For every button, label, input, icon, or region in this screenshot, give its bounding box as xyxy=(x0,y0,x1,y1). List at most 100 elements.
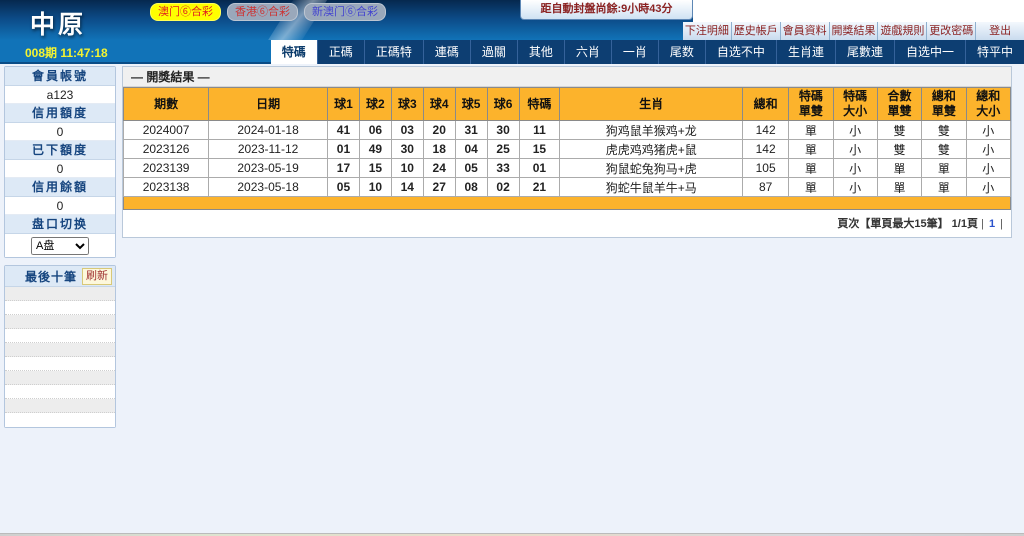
lottery-tag[interactable]: 新澳门⑥合彩 xyxy=(304,3,386,21)
column-header: 總和 單雙 xyxy=(921,87,967,121)
result-row: 2023139 2023-05-19 17 15 10 24 05 33 01 狗鼠蛇兔狗马+虎 1… xyxy=(122,158,1012,178)
empty-bet-row xyxy=(5,371,115,385)
page-1-link[interactable]: 1 xyxy=(989,218,995,230)
empty-bet-row xyxy=(5,315,115,329)
period-cell: 2023139 xyxy=(122,158,210,178)
field-value: a123 xyxy=(5,86,115,104)
zodiac-cell: 虎虎鸡鸡猪虎+鼠 xyxy=(559,139,744,159)
field-label: 信用額度 xyxy=(5,104,115,123)
column-header: 生肖 xyxy=(559,87,744,121)
paging-bar: 頁次【單頁最大15筆】 1/1頁 | 1 | xyxy=(123,210,1011,237)
last-bets-header: 最後十筆 刷新 xyxy=(5,266,115,287)
tab-尾数[interactable]: 尾数 xyxy=(657,40,705,64)
ball-cell: 31 xyxy=(454,120,488,140)
paging-separator-right: | xyxy=(1000,218,1003,230)
auto-close-countdown: 距自動封盤尚餘:9小時43分 xyxy=(520,0,693,20)
ball-cell: 10 xyxy=(358,177,392,197)
zodiac-cell: 狗鼠蛇兔狗马+虎 xyxy=(559,158,744,178)
tab-連碼[interactable]: 連碼 xyxy=(422,40,470,64)
tab-正碼特[interactable]: 正碼特 xyxy=(363,40,423,64)
table-footer-bar xyxy=(123,196,1011,210)
panel-type-select[interactable]: A盘 xyxy=(31,236,89,255)
sub-header: 008期 11:47:18 特碼 正碼 正碼特 連碼 過關 其他 六肖 一肖 尾数 自选不中 生肖連… xyxy=(0,40,1024,64)
last-bets-rows xyxy=(5,287,115,427)
attr-cell: 小 xyxy=(965,139,1012,159)
last-bets-title: 最後十筆 xyxy=(24,269,77,284)
results-header-row: 期數 日期 球1 球2 球3 球4 球5 球6 特碼 生肖 總和 特碼 單雙 特碼 大小 合數 單雙 總和 … xyxy=(122,87,1012,121)
special-ball-cell: 11 xyxy=(518,120,561,140)
tab-過關[interactable]: 過關 xyxy=(469,40,517,64)
column-header: 球3 xyxy=(390,87,424,121)
attr-cell: 單 xyxy=(788,177,834,197)
attr-cell: 單 xyxy=(788,120,834,140)
field-label: 已下額度 xyxy=(5,141,115,160)
nav-link[interactable]: 會員資料 xyxy=(779,22,829,40)
zodiac-cell: 狗鸡鼠羊猴鸡+龙 xyxy=(559,120,744,140)
results-title: — 開獎結果 — xyxy=(123,67,1011,87)
tab-正碼[interactable]: 正碼 xyxy=(316,40,364,64)
tab-一肖[interactable]: 一肖 xyxy=(610,40,658,64)
nav-link[interactable]: 登出 xyxy=(975,22,1024,40)
field-value: 0 xyxy=(5,197,115,215)
tab-自选中一[interactable]: 自选中一 xyxy=(893,40,965,64)
column-header: 特碼 單雙 xyxy=(788,87,834,121)
result-row: 2023126 2023-11-12 01 49 30 18 04 25 15 虎虎鸡鸡猪虎+鼠 1… xyxy=(122,139,1012,159)
results-table: 期數 日期 球1 球2 球3 球4 球5 球6 特碼 生肖 總和 特碼 單雙 特碼 大小 合數 單雙 總和 … xyxy=(122,87,1012,210)
account-fields: 會員帳號 a123 信用額度 0 已下額度 0 信用餘額 0 xyxy=(5,67,115,215)
nav-link[interactable]: 下注明細 xyxy=(683,22,731,40)
lottery-tag[interactable]: 香港⑥合彩 xyxy=(227,3,298,21)
nav-link[interactable]: 歷史帳戶 xyxy=(730,22,780,40)
special-ball-cell: 01 xyxy=(518,158,561,178)
paging-separator-left: | xyxy=(981,218,984,230)
ball-cell: 05 xyxy=(454,158,488,178)
attr-cell: 雙 xyxy=(876,120,923,140)
bet-type-tabs: 特碼 正碼 正碼特 連碼 過關 其他 六肖 一肖 尾数 自选不中 生肖連 尾數連 自选中一 特平中 xyxy=(270,40,1024,64)
tab-尾數連[interactable]: 尾數連 xyxy=(834,40,894,64)
attr-cell: 雙 xyxy=(921,120,967,140)
attr-cell: 雙 xyxy=(876,139,923,159)
ball-cell: 08 xyxy=(454,177,488,197)
nav-link[interactable]: 開獎結果 xyxy=(828,22,878,40)
nav-link[interactable]: 更改密碼 xyxy=(926,22,975,40)
column-header: 特碼 大小 xyxy=(832,87,878,121)
result-row: 2023138 2023-05-18 05 10 14 27 08 02 21 狗蛇牛鼠羊牛+马 8… xyxy=(122,177,1012,197)
refresh-button[interactable]: 刷新 xyxy=(82,267,112,285)
ball-cell: 04 xyxy=(454,139,488,159)
ball-cell: 20 xyxy=(422,120,456,140)
tab-六肖[interactable]: 六肖 xyxy=(563,40,611,64)
date-cell: 2023-11-12 xyxy=(208,139,328,159)
total-cell: 105 xyxy=(742,158,790,178)
ball-cell: 18 xyxy=(422,139,456,159)
field-label: 信用餘額 xyxy=(5,178,115,197)
lottery-tags: 澳门⑥合彩 香港⑥合彩 新澳门⑥合彩 xyxy=(150,3,386,21)
column-header: 期數 xyxy=(122,87,210,121)
empty-bet-row xyxy=(5,343,115,357)
special-ball-cell: 15 xyxy=(518,139,561,159)
column-header: 日期 xyxy=(208,87,328,121)
last-bets-panel: 最後十筆 刷新 xyxy=(4,265,116,428)
tab-特碼[interactable]: 特碼 xyxy=(270,40,317,64)
lottery-tag[interactable]: 澳门⑥合彩 xyxy=(150,3,221,21)
tab-其他[interactable]: 其他 xyxy=(516,40,564,64)
ball-cell: 30 xyxy=(390,139,424,159)
date-cell: 2023-05-19 xyxy=(208,158,328,178)
total-cell: 87 xyxy=(742,177,790,197)
attr-cell: 小 xyxy=(832,139,878,159)
special-ball-cell: 21 xyxy=(518,177,561,197)
total-cell: 142 xyxy=(742,139,790,159)
column-header: 合數 單雙 xyxy=(876,87,923,121)
column-header: 總和 xyxy=(742,87,790,121)
ball-cell: 41 xyxy=(327,120,360,140)
tab-自选不中[interactable]: 自选不中 xyxy=(704,40,776,64)
attr-cell: 小 xyxy=(832,158,878,178)
nav-link[interactable]: 遊戲規則 xyxy=(877,22,926,40)
attr-cell: 小 xyxy=(965,177,1012,197)
period-cell: 2024007 xyxy=(122,120,210,140)
column-header: 特碼 xyxy=(518,87,561,121)
top-header: 中原 澳门⑥合彩 香港⑥合彩 新澳门⑥合彩 距自動封盤尚餘:9小時43分 下注明細歷… xyxy=(0,0,1024,56)
attr-cell: 單 xyxy=(876,158,923,178)
empty-bet-row xyxy=(5,399,115,413)
empty-bet-row xyxy=(5,357,115,371)
tab-特平中[interactable]: 特平中 xyxy=(964,40,1024,64)
tab-生肖連[interactable]: 生肖連 xyxy=(775,40,835,64)
